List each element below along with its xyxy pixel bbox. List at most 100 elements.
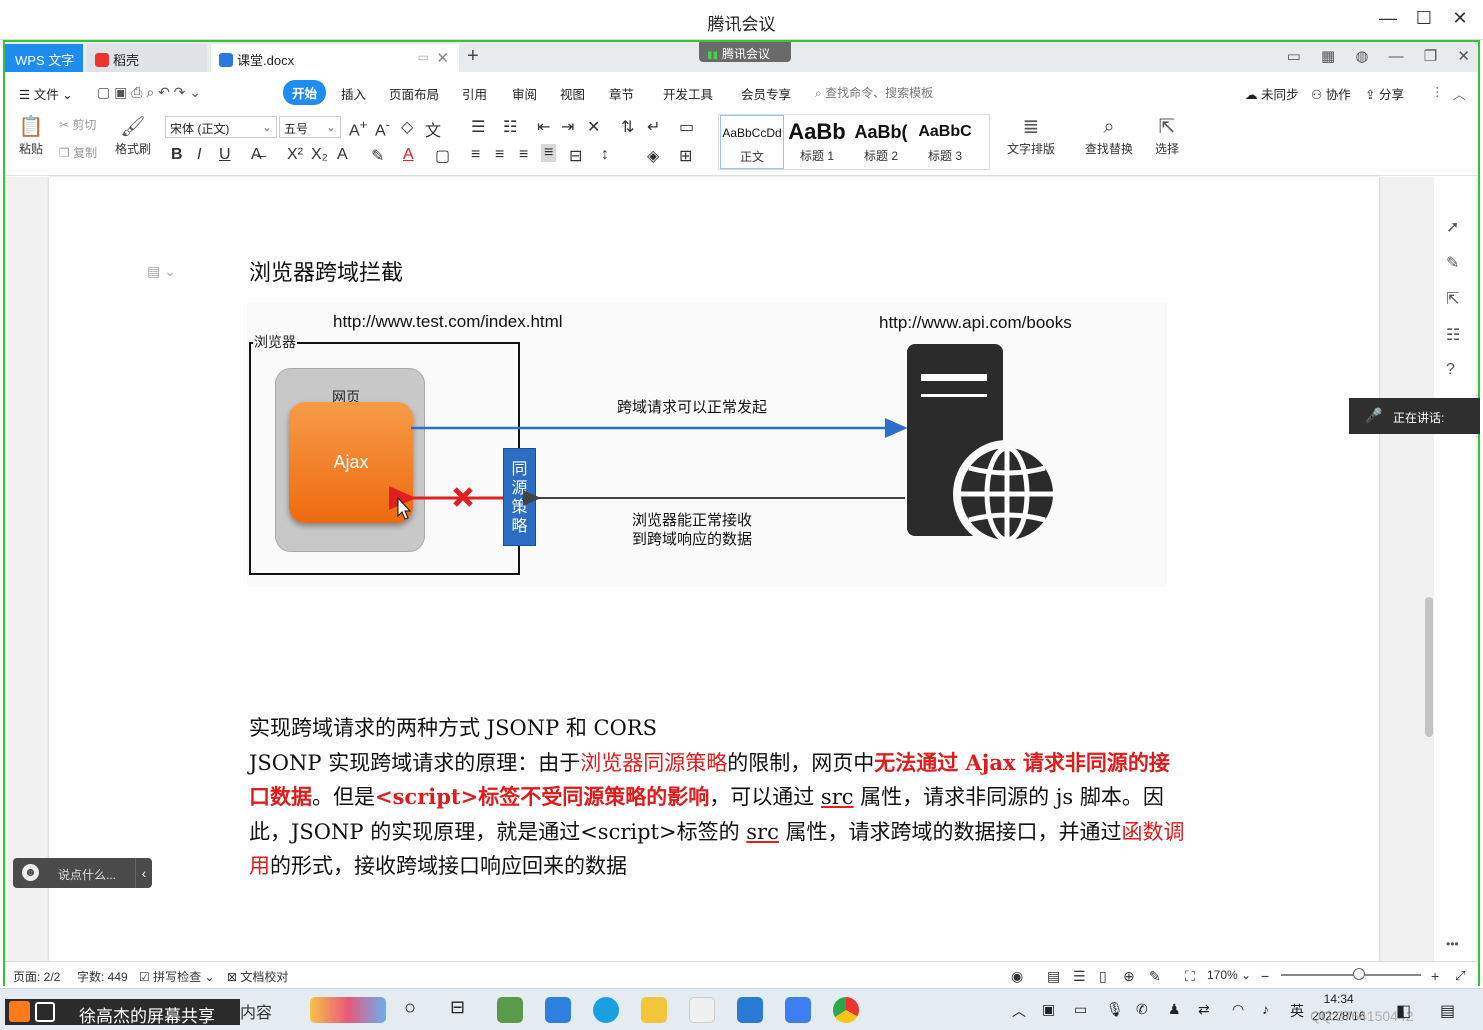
tab-docer[interactable]: 稻壳 <box>87 44 207 72</box>
fit-page-icon[interactable]: ⛶ <box>1185 968 1195 985</box>
format-painter-button[interactable]: 🖌 格式刷 <box>111 114 155 157</box>
chat-input[interactable]: ☻ 说点什么... ‹ <box>13 858 152 888</box>
menu-review[interactable]: 审阅 <box>512 84 537 103</box>
write-view-icon[interactable]: ✎ <box>1149 968 1161 985</box>
align-left-icon[interactable]: ≡ <box>471 146 480 164</box>
menu-chapter[interactable]: 章节 <box>609 84 634 103</box>
menu-references[interactable]: 引用 <box>462 84 487 103</box>
align-right-icon[interactable]: ≡ <box>519 146 528 164</box>
underline-icon[interactable]: U <box>219 146 231 164</box>
menu-start[interactable]: 开始 <box>283 80 327 105</box>
menu-page-layout[interactable]: 页面布局 <box>389 84 439 103</box>
volume-icon[interactable]: ♪ <box>1262 1001 1269 1017</box>
more-dots-icon[interactable]: ••• <box>1446 937 1459 951</box>
menu-view[interactable]: 视图 <box>560 84 585 103</box>
decrease-indent-icon[interactable]: ⇤ <box>537 117 550 137</box>
subscript-icon[interactable]: X₂ <box>311 146 328 164</box>
menu-file[interactable]: ☰ 文件 ⌄ <box>19 84 73 103</box>
shrink-font-icon[interactable]: A- <box>375 117 390 140</box>
wifi-icon[interactable]: ◠ <box>1232 1001 1244 1018</box>
file-explorer-icon[interactable] <box>641 997 667 1023</box>
tab-wps-home[interactable]: WPS 文字 <box>5 44 83 72</box>
tab-document[interactable]: 课堂.docx ▭ ✕ <box>211 44 459 72</box>
tab-pin-icon[interactable]: ▭ <box>418 50 429 64</box>
app-icon-1[interactable] <box>497 997 523 1023</box>
close-button[interactable]: ✕ <box>1448 8 1472 29</box>
user-avatar-icon[interactable]: ◍ <box>1355 48 1368 65</box>
meeting-badge[interactable]: ▮▮ 腾讯会议 <box>699 42 791 62</box>
chinese-layout-icon[interactable]: ✕ <box>587 117 600 137</box>
wechat-icon[interactable]: ✆ <box>1136 1001 1148 1018</box>
word-count[interactable]: 字数: 449 <box>77 968 128 985</box>
paragraph-icon[interactable]: ▤ ⌄ <box>147 263 176 280</box>
menu-developer[interactable]: 开发工具 <box>663 84 713 103</box>
zoom-in-icon[interactable]: + <box>1431 968 1439 984</box>
maximize-button[interactable]: ☐ <box>1412 8 1436 29</box>
style-heading-1[interactable]: AaBb 标题 1 <box>785 115 849 169</box>
page-view-icon[interactable]: ▤ <box>1047 968 1060 985</box>
wps-writer-icon[interactable] <box>785 997 811 1023</box>
number-list-icon[interactable]: ☷ <box>503 117 517 137</box>
web-view-icon[interactable]: ⊕ <box>1123 968 1135 985</box>
qq-icon[interactable]: ♟ <box>1168 1001 1181 1018</box>
italic-icon[interactable]: I <box>197 146 201 164</box>
zoom-slider-knob[interactable] <box>1353 968 1365 980</box>
clear-format-icon[interactable]: ◇ <box>401 117 413 137</box>
text-layout-button[interactable]: ≣ 文字排版 <box>1001 114 1061 157</box>
layout-icon[interactable]: ▭ <box>1287 48 1301 65</box>
widgets-icon[interactable]: ⊟ <box>450 997 465 1018</box>
grow-font-icon[interactable]: A+ <box>349 117 367 140</box>
microphone-icon[interactable]: 🎙 <box>1106 1001 1124 1018</box>
rocket-icon[interactable]: ➚ <box>1446 217 1459 237</box>
menu-insert[interactable]: 插入 <box>341 84 366 103</box>
font-size-select[interactable]: 五号 ⌄ <box>279 116 341 138</box>
align-center-icon[interactable]: ≡ <box>495 146 504 164</box>
sort-icon[interactable]: ⇅ <box>621 117 634 137</box>
outline-view-icon[interactable]: ☰ <box>1073 968 1086 985</box>
app-icon-2[interactable] <box>545 997 571 1023</box>
edge-icon[interactable] <box>593 997 619 1023</box>
pinyin-icon[interactable]: 文 <box>425 117 441 141</box>
tray-expand-icon[interactable]: ︿ <box>1012 1001 1026 1021</box>
paste-button[interactable]: 📋 粘贴 <box>13 114 49 157</box>
select-button[interactable]: ⇱ 选择 <box>1147 114 1187 157</box>
chrome-icon[interactable] <box>833 997 859 1023</box>
eye-icon[interactable]: ◉ <box>1011 968 1023 985</box>
font-name-select[interactable]: 宋体 (正文) ⌄ <box>165 116 277 138</box>
vscode-icon[interactable] <box>737 997 763 1023</box>
char-border-icon[interactable]: ▢ <box>435 146 450 166</box>
settings-tray-icon[interactable]: ⇄ <box>1198 1001 1210 1018</box>
ime-indicator[interactable]: 英 <box>1290 1001 1304 1021</box>
borders-icon[interactable]: ⊞ <box>679 146 692 166</box>
spell-check[interactable]: ☑ 拼写检查 ⌄ <box>139 968 215 985</box>
settings-sliders-icon[interactable]: ☷ <box>1446 325 1460 345</box>
meeting-tray-icon[interactable]: ◧ <box>1396 1001 1411 1021</box>
font-color-icon[interactable]: A <box>403 146 414 164</box>
bullet-list-icon[interactable]: ☰ <box>471 117 485 137</box>
doc-proof[interactable]: ⊠ 文档校对 <box>227 968 288 985</box>
emoji-icon[interactable]: ☻ <box>22 864 39 881</box>
menu-member[interactable]: 会员专享 <box>741 84 791 103</box>
find-replace-button[interactable]: ⌕ 查找替换 <box>1079 114 1139 157</box>
tab-close-icon[interactable]: ✕ <box>436 49 449 67</box>
sync-button[interactable]: ☁ 未同步 <box>1245 84 1299 103</box>
distribute-icon[interactable]: ⊟ <box>569 146 582 166</box>
text-effect-icon[interactable]: A <box>337 146 348 164</box>
bold-icon[interactable]: B <box>171 146 183 164</box>
notification-icon[interactable]: ▤ <box>1440 1001 1455 1021</box>
share-button[interactable]: ⇪ 分享 <box>1365 84 1404 103</box>
style-heading-3[interactable]: AaBbC 标题 3 <box>913 115 977 169</box>
show-marks-icon[interactable]: ↵ <box>647 117 660 137</box>
wps-minimize-icon[interactable]: — <box>1389 48 1404 65</box>
tray-app-icon[interactable]: ▣ <box>1042 1001 1055 1018</box>
search-highlight-image[interactable] <box>310 997 386 1023</box>
read-view-icon[interactable]: ▯ <box>1099 968 1107 985</box>
help-icon[interactable]: ? <box>1446 361 1455 379</box>
shading-icon[interactable]: ◈ <box>647 146 659 166</box>
copy-button[interactable]: ❐ 复制 <box>59 144 97 161</box>
vertical-scrollbar[interactable] <box>1379 177 1433 961</box>
collapse-ribbon-icon[interactable]: ︿ <box>1453 84 1466 103</box>
fullscreen-icon[interactable]: ⤢ <box>1455 968 1465 984</box>
wps-restore-icon[interactable]: ❐ <box>1424 48 1437 65</box>
document-page[interactable]: ▤ ⌄ 浏览器跨域拦截 http://www.test.com/index.ht… <box>49 177 1379 961</box>
